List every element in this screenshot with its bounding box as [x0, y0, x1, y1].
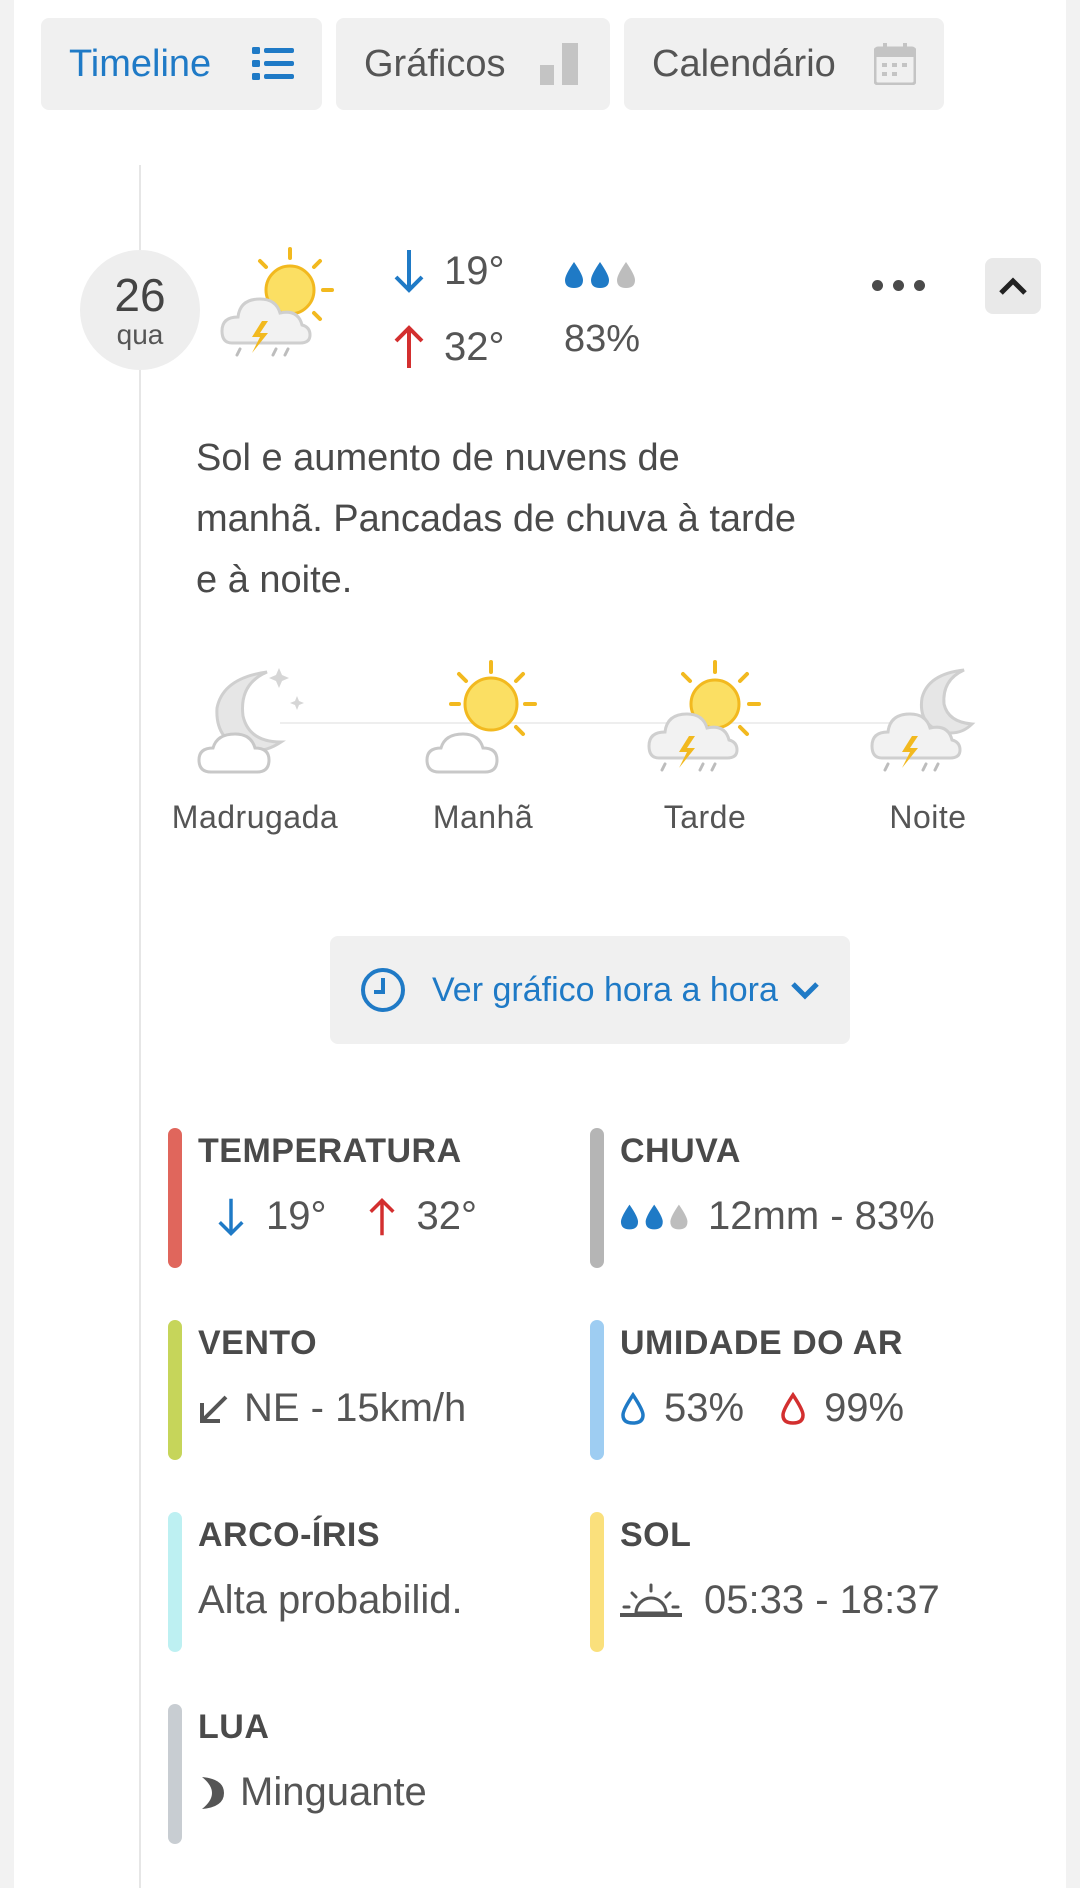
period-manha: Manhã: [383, 660, 583, 836]
humidity-min: 53%: [664, 1386, 745, 1430]
wind-value: NE - 15km/h: [244, 1386, 467, 1430]
moon-waning-icon: [202, 1776, 224, 1809]
stat-temperature: TEMPERATURA 19° 32°: [168, 1128, 568, 1268]
period-noite: Noite: [828, 660, 1028, 836]
list-icon: [252, 45, 294, 83]
stat-value: NE - 15km/h: [198, 1386, 466, 1431]
chevron-down-icon: [791, 982, 819, 1000]
period-label: Madrugada: [171, 799, 339, 835]
period-label: Noite: [889, 799, 967, 835]
stat-title: LUA: [198, 1708, 270, 1746]
stat-bar: [168, 1704, 182, 1844]
stat-title: CHUVA: [620, 1132, 741, 1170]
clock-icon: [361, 968, 405, 1012]
stat-title: SOL: [620, 1516, 692, 1554]
stat-bar: [590, 1320, 604, 1460]
stat-bar: [590, 1128, 604, 1268]
stat-value: Minguante: [198, 1770, 427, 1815]
chevron-up-icon: [999, 277, 1027, 295]
day-weekday: qua: [116, 319, 164, 350]
rain-probability: 83%: [564, 318, 641, 360]
arrow-down-icon: [218, 1198, 244, 1236]
period-tarde: Tarde: [605, 660, 805, 836]
timeline-line: [139, 165, 141, 1888]
stat-title: ARCO-ÍRIS: [198, 1516, 381, 1554]
tab-calendario[interactable]: Calendário: [624, 18, 944, 110]
date-badge: 26 qua: [80, 250, 200, 370]
stat-rain: CHUVA 12mm - 83%: [590, 1128, 990, 1268]
stat-value: 53% 99%: [620, 1386, 904, 1431]
rain-drops-icon: [620, 1204, 688, 1229]
drop-outline-blue-icon: [621, 1391, 645, 1425]
day-number: 26: [114, 269, 166, 321]
stat-max-temp: 32°: [416, 1194, 478, 1238]
period-label: Tarde: [663, 799, 747, 835]
max-temp: 32°: [392, 324, 505, 370]
stat-bar: [590, 1512, 604, 1652]
stat-bar: [168, 1512, 182, 1652]
sun-storm-icon: [218, 245, 336, 368]
sun-times: 05:33 - 18:37: [704, 1578, 940, 1622]
tab-graficos[interactable]: Gráficos: [336, 18, 610, 110]
stat-bar: [168, 1128, 182, 1268]
stat-rainbow: ARCO-ÍRIS Alta probabilid.: [168, 1512, 568, 1652]
tab-label: Gráficos: [364, 42, 506, 85]
stat-title: TEMPERATURA: [198, 1132, 462, 1170]
tab-timeline[interactable]: Timeline: [41, 18, 322, 110]
rain-drops-icon: [564, 260, 644, 295]
stat-title: UMIDADE DO AR: [620, 1324, 903, 1362]
max-temp-value: 32°: [444, 324, 505, 369]
stat-value: 19° 32°: [216, 1194, 477, 1239]
tab-label: Timeline: [69, 42, 212, 85]
drop-outline-red-icon: [781, 1391, 805, 1425]
rainbow-value: Alta probabilid.: [198, 1578, 463, 1622]
collapse-button[interactable]: [985, 258, 1041, 314]
calendar-icon: [874, 43, 916, 85]
moon-storm-icon: [870, 668, 976, 772]
humidity-max: 99%: [824, 1386, 905, 1430]
period-connector: [280, 722, 920, 724]
hourly-chart-button[interactable]: Ver gráfico hora a hora: [330, 936, 850, 1044]
stat-title: VENTO: [198, 1324, 318, 1362]
arrow-southwest-icon: [200, 1395, 228, 1423]
arrow-up-icon: [394, 325, 424, 368]
more-options-icon[interactable]: [872, 280, 925, 291]
arrow-up-icon: [368, 1197, 395, 1235]
tab-label: Calendário: [652, 42, 836, 85]
stat-value: 05:33 - 18:37: [620, 1578, 940, 1623]
stat-moon: LUA Minguante: [168, 1704, 568, 1844]
bar-chart-icon: [540, 43, 582, 85]
stat-min-temp: 19°: [266, 1194, 327, 1238]
stat-humidity: UMIDADE DO AR 53% 99%: [590, 1320, 990, 1460]
sun-storm-icon: [647, 660, 761, 772]
period-madrugada: Madrugada: [155, 660, 355, 836]
rain-amount: 12mm - 83%: [708, 1194, 935, 1238]
stat-bar: [168, 1320, 182, 1460]
moon-phase: Minguante: [240, 1770, 427, 1814]
day-description: Sol e aumento de nuvens de manhã. Pancad…: [196, 437, 796, 601]
arrow-down-icon: [394, 250, 424, 293]
moon-cloud-icon: [197, 668, 304, 774]
hourly-chart-label: Ver gráfico hora a hora: [432, 970, 778, 1009]
sunrise-icon: [620, 1583, 682, 1617]
stat-sun: SOL 05:33 - 18:37: [590, 1512, 990, 1652]
stat-value: 12mm - 83%: [620, 1194, 935, 1239]
period-label: Manhã: [432, 799, 534, 835]
min-temp: 19°: [392, 248, 505, 294]
min-temp-value: 19°: [444, 248, 505, 293]
sun-cloud-icon: [425, 660, 537, 774]
stat-wind: VENTO NE - 15km/h: [168, 1320, 568, 1460]
